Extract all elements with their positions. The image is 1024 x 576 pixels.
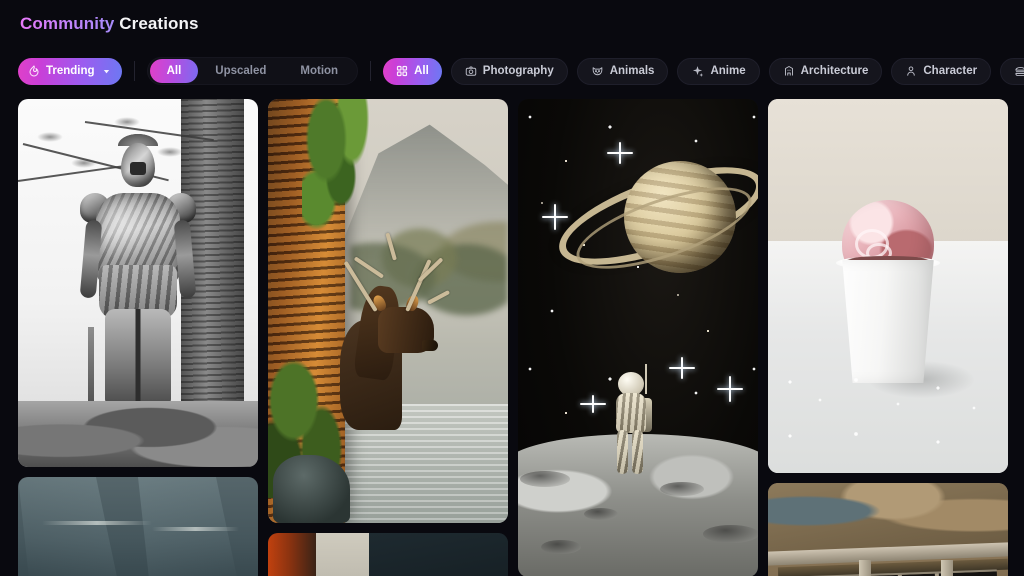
artwork-astronaut-saturn [518,99,758,576]
bright-star [554,204,556,231]
category-pill-character[interactable]: Character [891,57,992,85]
filter-bar: Trending All Upscaled Motion All Photogr… [18,57,1024,85]
burger-icon [1014,65,1024,78]
grid-icon [396,65,408,77]
crater [519,470,570,487]
gallery-column-4 [768,99,1008,576]
gallery-card[interactable] [768,99,1008,473]
dark-backdrop [368,533,508,576]
helmet-visor [130,161,146,175]
gallery-column-2 [268,99,508,576]
gallery-column-3 [518,99,758,576]
rock-ground [18,400,258,467]
crater [659,482,704,497]
antenna [644,363,647,394]
bright-star [729,376,732,403]
community-creations-page: Community Creations Trending All Upscale… [0,0,1024,576]
crater [541,539,582,554]
gallery-card[interactable] [768,483,1008,576]
type-segmented-control: All Upscaled Motion [146,57,359,85]
artwork-ice-cream [768,99,1008,473]
artwork-masked-figure [18,477,258,576]
gallery-card[interactable] [268,99,508,523]
bright-star [618,142,621,165]
category-pill-list: All Photography Animals Anime Architectu… [383,57,1024,85]
filter-divider-1 [133,61,135,81]
category-pill-photography[interactable]: Photography [450,57,568,85]
timber-post [940,559,953,576]
type-tab-upscaled[interactable]: Upscaled [198,59,283,83]
suit-leg [631,429,643,474]
artwork-sneakers [268,533,508,576]
suit-torso [615,392,646,433]
page-title: Community Creations [20,14,199,34]
crater [702,525,758,544]
page-title-plain: Creations [119,14,199,33]
orange-wall [268,533,321,576]
category-pill-anime[interactable]: Anime [677,57,760,85]
light-beam [18,477,138,576]
camera-icon [465,65,477,77]
artwork-stag-lake [268,99,508,523]
water-droplets [777,368,999,451]
sort-trending-dropdown[interactable]: Trending [18,57,122,85]
cat-icon [591,65,604,78]
shore-rock [272,455,350,523]
artwork-warrior [18,99,258,467]
gallery-card[interactable] [18,99,258,467]
pine-needles [37,132,64,143]
artwork-old-building [768,483,1008,576]
filter-divider-2 [370,61,372,81]
leg-gap [135,308,141,405]
stag-muzzle [421,340,438,352]
building-icon [783,65,795,77]
ceramic-cup [842,259,934,384]
sparkle-icon [691,65,704,78]
category-pill-food[interactable]: Food [1000,57,1024,85]
gallery-card[interactable] [518,99,758,576]
gallery-column-1 [18,99,258,576]
light-streak [152,527,239,531]
crater [584,508,619,521]
foliage [301,99,384,261]
pine-needles [114,117,140,128]
category-pill-character-label: Character [923,65,978,77]
category-pill-architecture[interactable]: Architecture [768,57,883,85]
timber-post [859,559,872,576]
suit-leg [616,429,628,474]
category-pill-anime-label: Anime [710,65,746,77]
type-tab-motion[interactable]: Motion [283,59,355,83]
flame-icon [28,65,40,77]
concrete-wall [316,533,369,576]
category-pill-photography-label: Photography [482,65,554,77]
type-tab-all[interactable]: All [149,59,199,83]
pine-needles [70,157,97,168]
category-pill-all-label: All [414,65,429,77]
gallery-grid [18,99,1008,576]
bright-star [681,357,684,380]
pine-needles [157,146,184,157]
category-pill-architecture-label: Architecture [800,65,869,77]
gallery-card[interactable] [18,477,258,576]
light-streak [42,521,153,525]
category-pill-all[interactable]: All [383,57,442,85]
category-pill-animals-label: Animals [609,65,655,77]
branch [18,164,128,182]
chevron-down-icon [102,67,111,76]
astronaut [608,363,654,474]
sort-trending-label: Trending [46,65,95,77]
person-icon [905,65,917,77]
page-title-accent: Community [20,14,115,33]
gallery-card[interactable] [268,533,508,576]
category-pill-animals[interactable]: Animals [576,57,669,85]
